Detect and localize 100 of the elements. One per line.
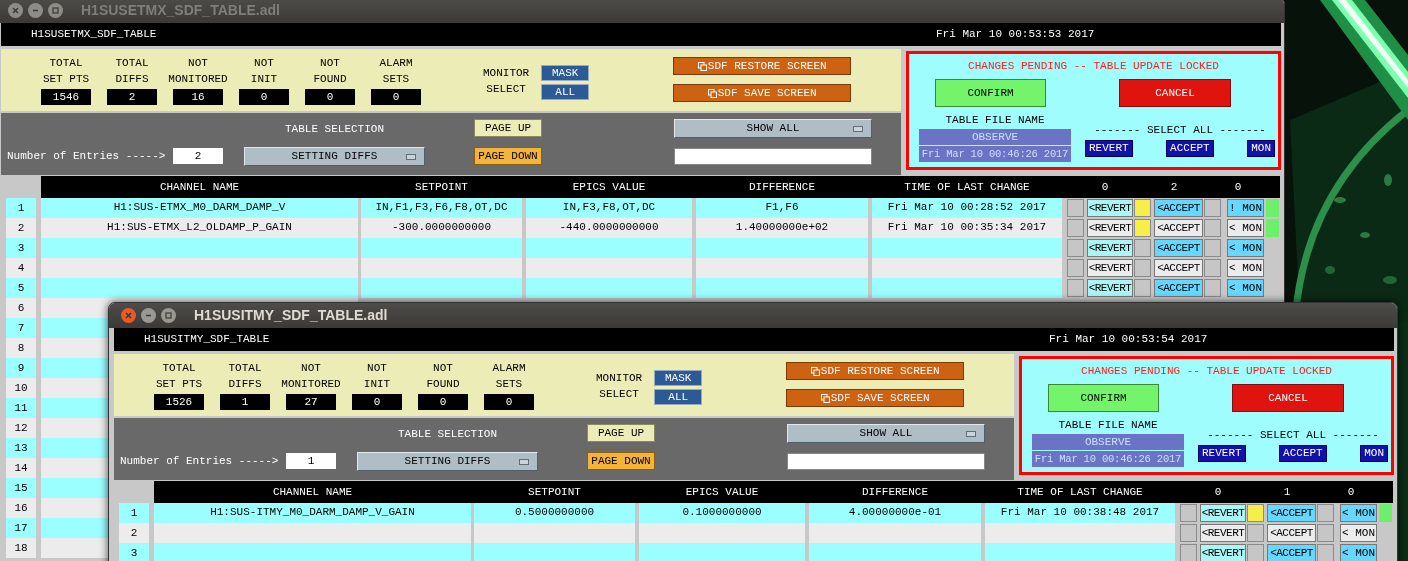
screen-button[interactable]: SDF RESTORE SCREEN <box>673 57 852 75</box>
entries-label: Number of Entries -----> <box>7 148 166 164</box>
table-cell: -440.0000000000 <box>526 218 692 238</box>
row-number: 14 <box>6 458 36 478</box>
accept-button[interactable]: <ACCEPT <box>1267 524 1316 542</box>
table-cell: IN,F1,F3,F6,F8,OT,DC <box>361 198 522 218</box>
page-down-button[interactable]: PAGE DOWN <box>587 452 655 470</box>
monitor-button[interactable]: < MON <box>1340 504 1377 522</box>
monitor-select-button[interactable]: ALL <box>654 389 703 405</box>
column-header: DIFFERENCE <box>861 484 929 500</box>
column-count: 0 <box>1346 484 1356 500</box>
table-cell: 4.00000000e-01 <box>809 503 981 523</box>
dropdown[interactable]: SETTING DIFFS <box>357 452 538 471</box>
screen-button[interactable]: SDF SAVE SCREEN <box>673 84 852 102</box>
row-number: 18 <box>6 538 36 558</box>
row-number: 1 <box>119 503 149 523</box>
select-all-button[interactable]: ACCEPT <box>1279 445 1327 462</box>
monitor-button[interactable]: < MON <box>1340 524 1377 542</box>
table-cell: H1:SUS-ETMX_M0_DARM_DAMP_V <box>41 198 358 218</box>
stat-label: NOT INIT <box>250 56 278 87</box>
revert-button[interactable]: <REVERT <box>1087 259 1133 277</box>
accept-button[interactable]: <ACCEPT <box>1267 504 1316 522</box>
row-number: 9 <box>6 358 36 378</box>
monitor-button[interactable]: < MON <box>1227 239 1264 257</box>
table-cell: Fri Mar 10 00:38:48 2017 <box>985 503 1175 523</box>
select-all-button[interactable]: REVERT <box>1198 445 1246 462</box>
stat-value: 27 <box>286 394 336 410</box>
stat-value: 0 <box>352 394 402 410</box>
stat-label: NOT FOUND <box>426 361 460 392</box>
dropdown[interactable]: SHOW ALL <box>787 424 985 443</box>
accept-button[interactable]: <ACCEPT <box>1154 219 1203 237</box>
revert-button[interactable]: <REVERT <box>1087 279 1133 297</box>
revert-button[interactable]: <REVERT <box>1200 544 1246 561</box>
screen-button[interactable]: SDF SAVE SCREEN <box>786 389 965 407</box>
monitor-select-button[interactable]: MASK <box>654 370 703 386</box>
stat-label: TOTAL SET PTS <box>42 56 90 87</box>
accept-button[interactable]: <ACCEPT <box>1154 239 1203 257</box>
accept-button[interactable]: <ACCEPT <box>1154 259 1203 277</box>
dropdown[interactable]: SHOW ALL <box>674 119 872 138</box>
column-header: SETPOINT <box>414 179 469 195</box>
table-cell: H1:SUS-ITMY_M0_DARM_DAMP_V_GAIN <box>154 503 471 523</box>
revert-button[interactable]: <REVERT <box>1087 239 1133 257</box>
row-number: 3 <box>119 543 149 561</box>
row-number: 17 <box>6 518 36 538</box>
stat-label: NOT FOUND <box>313 56 347 87</box>
stat-value: 16 <box>173 89 223 105</box>
page-up-button[interactable]: PAGE UP <box>587 424 655 442</box>
column-header: CHANNEL NAME <box>271 484 354 500</box>
row-number: 8 <box>6 338 36 358</box>
revert-button[interactable]: <REVERT <box>1200 524 1246 542</box>
monitor-select-label: MONITOR SELECT <box>596 371 643 402</box>
select-all-button[interactable]: REVERT <box>1085 140 1133 157</box>
pending-message: CHANGES PENDING -- TABLE UPDATE LOCKED <box>968 59 1219 73</box>
stat-label: ALARM SETS <box>379 56 413 87</box>
monitor-button[interactable]: < MON <box>1227 279 1264 297</box>
select-all-button[interactable]: MON <box>1247 140 1275 157</box>
date-time: Fri Mar 10 00:53:54 2017 <box>1049 332 1208 348</box>
monitor-select-button[interactable]: MASK <box>541 65 590 81</box>
accept-button[interactable]: <ACCEPT <box>1267 544 1316 561</box>
file-name: OBSERVE <box>1032 434 1184 450</box>
column-count: 0 <box>1213 484 1223 500</box>
row-number: 3 <box>6 238 36 258</box>
accept-button[interactable]: <ACCEPT <box>1154 199 1203 217</box>
pending-message: CHANGES PENDING -- TABLE UPDATE LOCKED <box>1081 364 1332 378</box>
row-number: 12 <box>6 418 36 438</box>
accept-button[interactable]: <ACCEPT <box>1154 279 1203 297</box>
row-number: 15 <box>6 478 36 498</box>
revert-button[interactable]: <REVERT <box>1087 219 1133 237</box>
row-number: 6 <box>6 298 36 318</box>
file-label: TABLE FILE NAME <box>945 113 1045 127</box>
cancel-button[interactable]: CANCEL <box>1232 384 1344 412</box>
row-number: 2 <box>6 218 36 238</box>
monitor-button[interactable]: < MON <box>1340 544 1377 561</box>
column-count: 0 <box>1100 179 1110 195</box>
revert-button[interactable]: <REVERT <box>1087 199 1133 217</box>
row-number: 13 <box>6 438 36 458</box>
monitor-select-button[interactable]: ALL <box>541 84 590 100</box>
stat-value: 0 <box>418 394 468 410</box>
table-cell: 0.5000000000 <box>474 503 635 523</box>
page-down-button[interactable]: PAGE DOWN <box>474 147 542 165</box>
monitor-button[interactable]: < MON <box>1227 259 1264 277</box>
row-number: 11 <box>6 398 36 418</box>
select-all-button[interactable]: MON <box>1360 445 1388 462</box>
revert-button[interactable]: <REVERT <box>1200 504 1246 522</box>
confirm-button[interactable]: CONFIRM <box>935 79 1046 107</box>
monitor-button[interactable]: < MON <box>1227 219 1264 237</box>
entries-label: Number of Entries -----> <box>120 453 279 469</box>
column-header: DIFFERENCE <box>748 179 816 195</box>
file-name: OBSERVE <box>919 129 1071 145</box>
confirm-button[interactable]: CONFIRM <box>1048 384 1159 412</box>
table-cell: IN,F3,F8,OT,DC <box>526 198 692 218</box>
monitor-button[interactable]: ! MON <box>1227 199 1264 217</box>
select-all-button[interactable]: ACCEPT <box>1166 140 1214 157</box>
screen-button[interactable]: SDF RESTORE SCREEN <box>786 362 965 380</box>
dropdown[interactable]: SETTING DIFFS <box>244 147 425 166</box>
column-header: TIME OF LAST CHANGE <box>903 179 1031 195</box>
window-title: H1SUSETMX_SDF_TABLE.adl <box>81 1 280 20</box>
row-number: 1 <box>6 198 36 218</box>
cancel-button[interactable]: CANCEL <box>1119 79 1231 107</box>
page-up-button[interactable]: PAGE UP <box>474 119 542 137</box>
